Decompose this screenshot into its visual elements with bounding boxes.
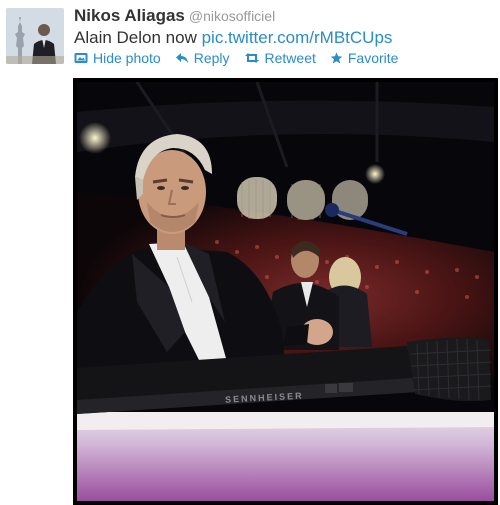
photo-image: SENNHEISER	[77, 82, 494, 501]
retweet-label: Retweet	[264, 50, 316, 66]
tweet-photo-link[interactable]: pic.twitter.com/rMBtCUps	[202, 28, 393, 47]
author-handle[interactable]: @nikosofficiel	[189, 8, 275, 24]
reply-button[interactable]: Reply	[175, 50, 230, 66]
avatar-image	[6, 8, 64, 64]
retweet-icon	[244, 53, 259, 63]
retweet-button[interactable]: Retweet	[244, 50, 316, 66]
tweet-actions: Hide photo Reply Retweet Favorite	[74, 50, 398, 66]
favorite-button[interactable]: Favorite	[330, 50, 399, 66]
photo-icon	[74, 53, 88, 63]
author-avatar[interactable]	[6, 8, 64, 64]
tweet-photo-frame: SENNHEISER	[73, 78, 498, 505]
star-icon	[330, 52, 343, 64]
tweet-text: Alain Delon now pic.twitter.com/rMBtCUps	[74, 28, 392, 48]
author-name[interactable]: Nikos Aliagas	[74, 6, 185, 25]
reply-icon	[175, 53, 188, 63]
tweet-photo[interactable]: SENNHEISER	[77, 82, 494, 501]
hide-photo-button[interactable]: Hide photo	[74, 50, 161, 66]
hide-photo-label: Hide photo	[93, 50, 161, 66]
reply-label: Reply	[193, 50, 230, 66]
favorite-label: Favorite	[347, 50, 399, 66]
tweet-header: Nikos Aliagas @nikosofficiel	[74, 6, 275, 26]
tweet-body: Alain Delon now	[74, 28, 197, 47]
